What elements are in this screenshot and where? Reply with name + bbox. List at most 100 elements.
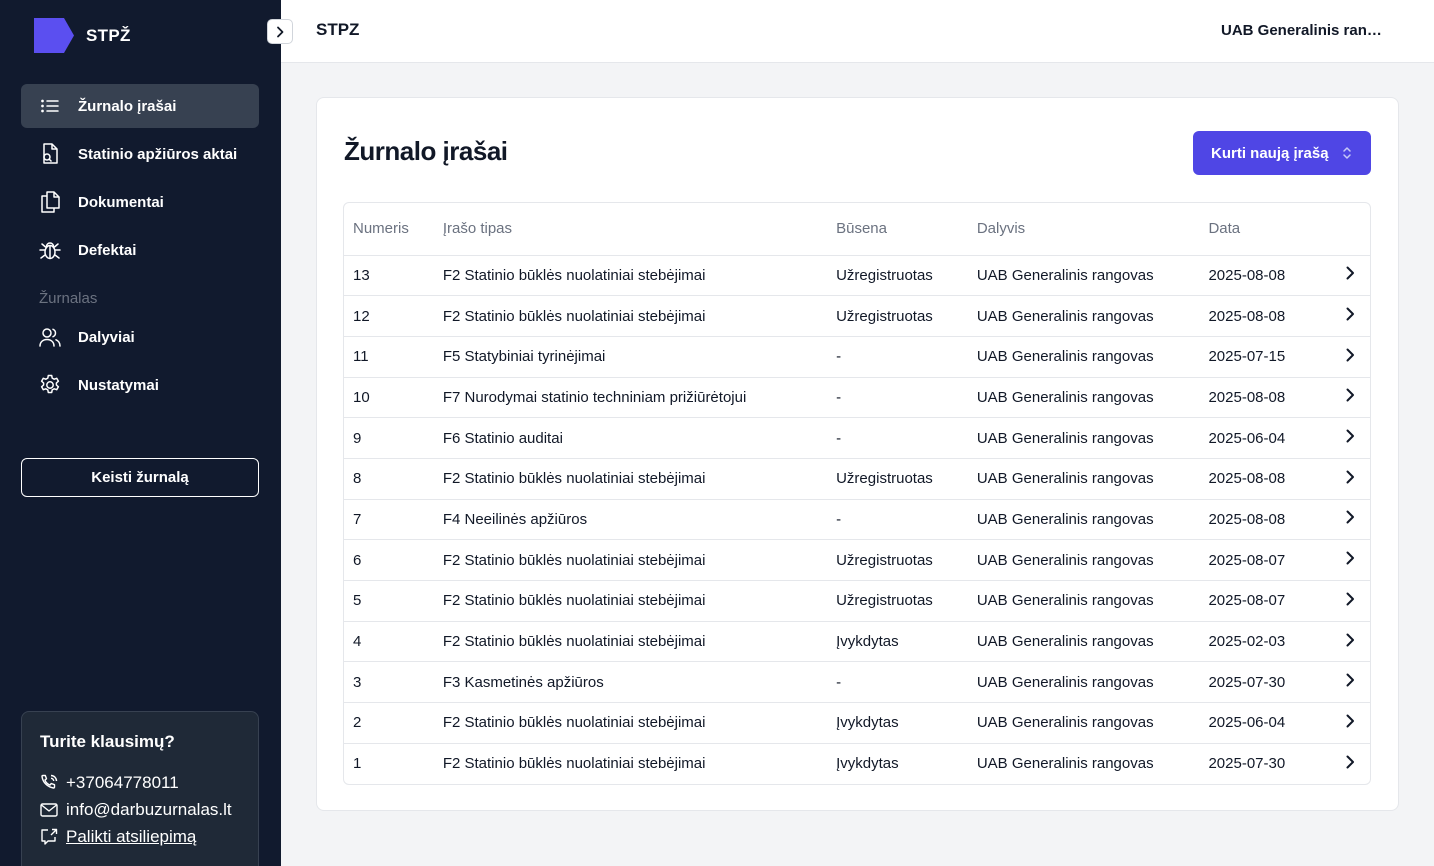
cell-number: 2: [344, 702, 434, 744]
table-row[interactable]: 9 F6 Statinio auditai - UAB Generalinis ran…: [344, 417, 1370, 459]
help-email[interactable]: info@darbuzurnalas.lt: [40, 799, 240, 821]
chevron-right-icon: [277, 26, 284, 37]
open-row-button[interactable]: [1329, 377, 1370, 419]
cell-participant: UAB Generalinis rangovas: [967, 336, 1200, 378]
users-icon: [39, 326, 61, 348]
cell-date: 2025-08-07: [1199, 580, 1330, 622]
cell-date: 2025-08-07: [1199, 539, 1330, 581]
cell-date: 2025-07-15: [1199, 336, 1330, 378]
chevron-right-icon: [1346, 470, 1354, 484]
cell-participant: UAB Generalinis rangovas: [967, 702, 1200, 744]
cell-number: 6: [344, 539, 434, 581]
open-row-button[interactable]: [1329, 661, 1370, 704]
create-entry-label: Kurti naują įrašą: [1211, 144, 1329, 162]
column-header-number[interactable]: Numeris: [344, 203, 434, 256]
table-row[interactable]: 12 F2 Statinio būklės nuolatiniai stebėji…: [344, 295, 1370, 337]
sidebar-item-participants[interactable]: Dalyviai: [21, 315, 259, 359]
cell-participant: UAB Generalinis rangovas: [976, 755, 1154, 773]
chevron-right-icon: [1346, 673, 1354, 687]
help-title: Turite klausimų?: [40, 732, 175, 751]
chevron-right-icon: [1346, 592, 1354, 606]
sidebar-item-settings[interactable]: Nustatymai: [21, 363, 259, 407]
user-menu[interactable]: UAB Generalinis rangovas: [1221, 22, 1391, 39]
sidebar-nav: Žurnalo įrašai Statinio apžiūros aktai D…: [21, 84, 259, 411]
cell-status: -: [827, 377, 968, 419]
cell-number: 9: [344, 417, 434, 459]
cell-date: 2025-08-08: [1199, 458, 1330, 500]
sidebar-item-journal-entries[interactable]: Žurnalo įrašai: [21, 84, 259, 128]
cell-participant: UAB Generalinis rangovas: [967, 661, 1200, 704]
cell-date: 2025-06-04: [1199, 702, 1330, 744]
column-header-date[interactable]: Data: [1199, 203, 1330, 256]
sidebar-section-label: Žurnalas: [39, 290, 98, 307]
chevron-up-down-icon: [1343, 147, 1351, 159]
table-row[interactable]: 10 F7 Nurodymai statinio techniniam priži…: [344, 377, 1370, 419]
cell-number: 3: [344, 661, 434, 704]
chevron-right-icon: [1346, 633, 1354, 647]
column-header-status[interactable]: Būsena: [827, 203, 968, 256]
open-row-button[interactable]: [1329, 539, 1370, 581]
sidebar-item-label: Žurnalo įrašai: [78, 97, 177, 115]
sidebar-toggle-button[interactable]: [267, 19, 293, 44]
cell-status: -: [827, 661, 968, 704]
feedback-link[interactable]: Palikti atsiliepimą: [66, 827, 196, 847]
sidebar-item-defects[interactable]: Defektai: [21, 228, 259, 272]
switch-journal-button[interactable]: Keisti žurnalą: [21, 458, 259, 497]
cell-date: 2025-08-08: [1199, 295, 1330, 337]
cell-participant: UAB Generalinis rangovas: [967, 621, 1200, 663]
create-entry-button[interactable]: Kurti naują įrašą: [1193, 131, 1371, 175]
top-bar: STPZ UAB Generalinis rangovas: [281, 0, 1434, 63]
gear-icon: [39, 374, 61, 396]
logo[interactable]: STPŽ: [34, 18, 131, 53]
cell-participant: UAB Generalinis rangovas: [967, 295, 1200, 337]
open-row-button[interactable]: [1329, 458, 1370, 500]
table-row[interactable]: 1 F2 Statinio būklės nuolatiniai stebėjim…: [344, 743, 1370, 784]
table-header-row: Numeris Įrašo tipas Būsena Dalyvis Data: [344, 203, 1370, 256]
cell-status: Užregistruotas: [827, 458, 968, 500]
table-row[interactable]: 4 F2 Statinio būklės nuolatiniai stebėjim…: [344, 621, 1370, 663]
help-box: Turite klausimų? +37064778011 info@darbu…: [21, 711, 259, 866]
open-row-button[interactable]: [1329, 580, 1370, 622]
help-phone[interactable]: +37064778011: [40, 772, 240, 794]
help-phone-text: +37064778011: [66, 773, 179, 792]
help-feedback[interactable]: Palikti atsiliepimą: [40, 826, 240, 848]
cell-type: F2 Statinio būklės nuolatiniai stebėjima…: [433, 458, 828, 500]
cell-date: 2025-07-30: [1208, 755, 1286, 773]
table-row[interactable]: 2 F2 Statinio būklės nuolatiniai stebėjim…: [344, 702, 1370, 744]
bug-icon: [39, 239, 61, 261]
table-row[interactable]: 8 F2 Statinio būklės nuolatiniai stebėjim…: [344, 458, 1370, 500]
table-row[interactable]: 11 F5 Statybiniai tyrinėjimai - UAB General…: [344, 336, 1370, 378]
sidebar-item-inspection-acts[interactable]: Statinio apžiūros aktai: [21, 132, 259, 176]
table-row[interactable]: 5 F2 Statinio būklės nuolatiniai stebėjim…: [344, 580, 1370, 622]
open-row-button[interactable]: [1329, 417, 1370, 459]
cell-type: F2 Statinio būklės nuolatiniai stebėjima…: [433, 255, 828, 297]
cell-type: F2 Statinio būklės nuolatiniai stebėjima…: [433, 580, 828, 622]
open-row-button[interactable]: [1329, 702, 1370, 744]
open-row-button[interactable]: [1329, 336, 1370, 378]
chevron-right-icon: [1346, 429, 1354, 443]
cell-status: Įvykdytas: [827, 621, 968, 663]
table-row[interactable]: 3 F3 Kasmetinės apžiūros - UAB Generalinis …: [344, 661, 1370, 704]
cell-type: F2 Statinio būklės nuolatiniai stebėjima…: [433, 621, 828, 663]
sidebar-item-label: Dokumentai: [78, 193, 164, 211]
cell-type: F5 Statybiniai tyrinėjimai: [433, 336, 828, 378]
chevron-right-icon: [1346, 755, 1354, 769]
sidebar-item-documents[interactable]: Dokumentai: [21, 180, 259, 224]
open-row-button[interactable]: [1329, 621, 1370, 663]
table-row[interactable]: 7 F4 Neeilinės apžiūros - UAB Generalinis r…: [344, 499, 1370, 541]
cell-number: 7: [344, 499, 434, 541]
column-header-participant[interactable]: Dalyvis: [967, 203, 1200, 256]
table-row[interactable]: 6 F2 Statinio būklės nuolatiniai stebėjim…: [344, 539, 1370, 581]
open-row-button[interactable]: [1329, 743, 1370, 784]
open-row-button[interactable]: [1329, 295, 1370, 337]
open-row-button[interactable]: [1329, 255, 1370, 297]
logo-mark-icon: [34, 18, 74, 53]
documents-icon: [39, 191, 61, 213]
cell-number: 10: [344, 377, 434, 419]
table-row[interactable]: 13 F2 Statinio būklės nuolatiniai stebėji…: [344, 255, 1370, 297]
chevron-right-icon: [1346, 714, 1354, 728]
cell-status: -: [827, 417, 968, 459]
column-header-type[interactable]: Įrašo tipas: [433, 203, 828, 256]
cell-date: 2025-02-03: [1199, 621, 1330, 663]
open-row-button[interactable]: [1329, 499, 1370, 541]
